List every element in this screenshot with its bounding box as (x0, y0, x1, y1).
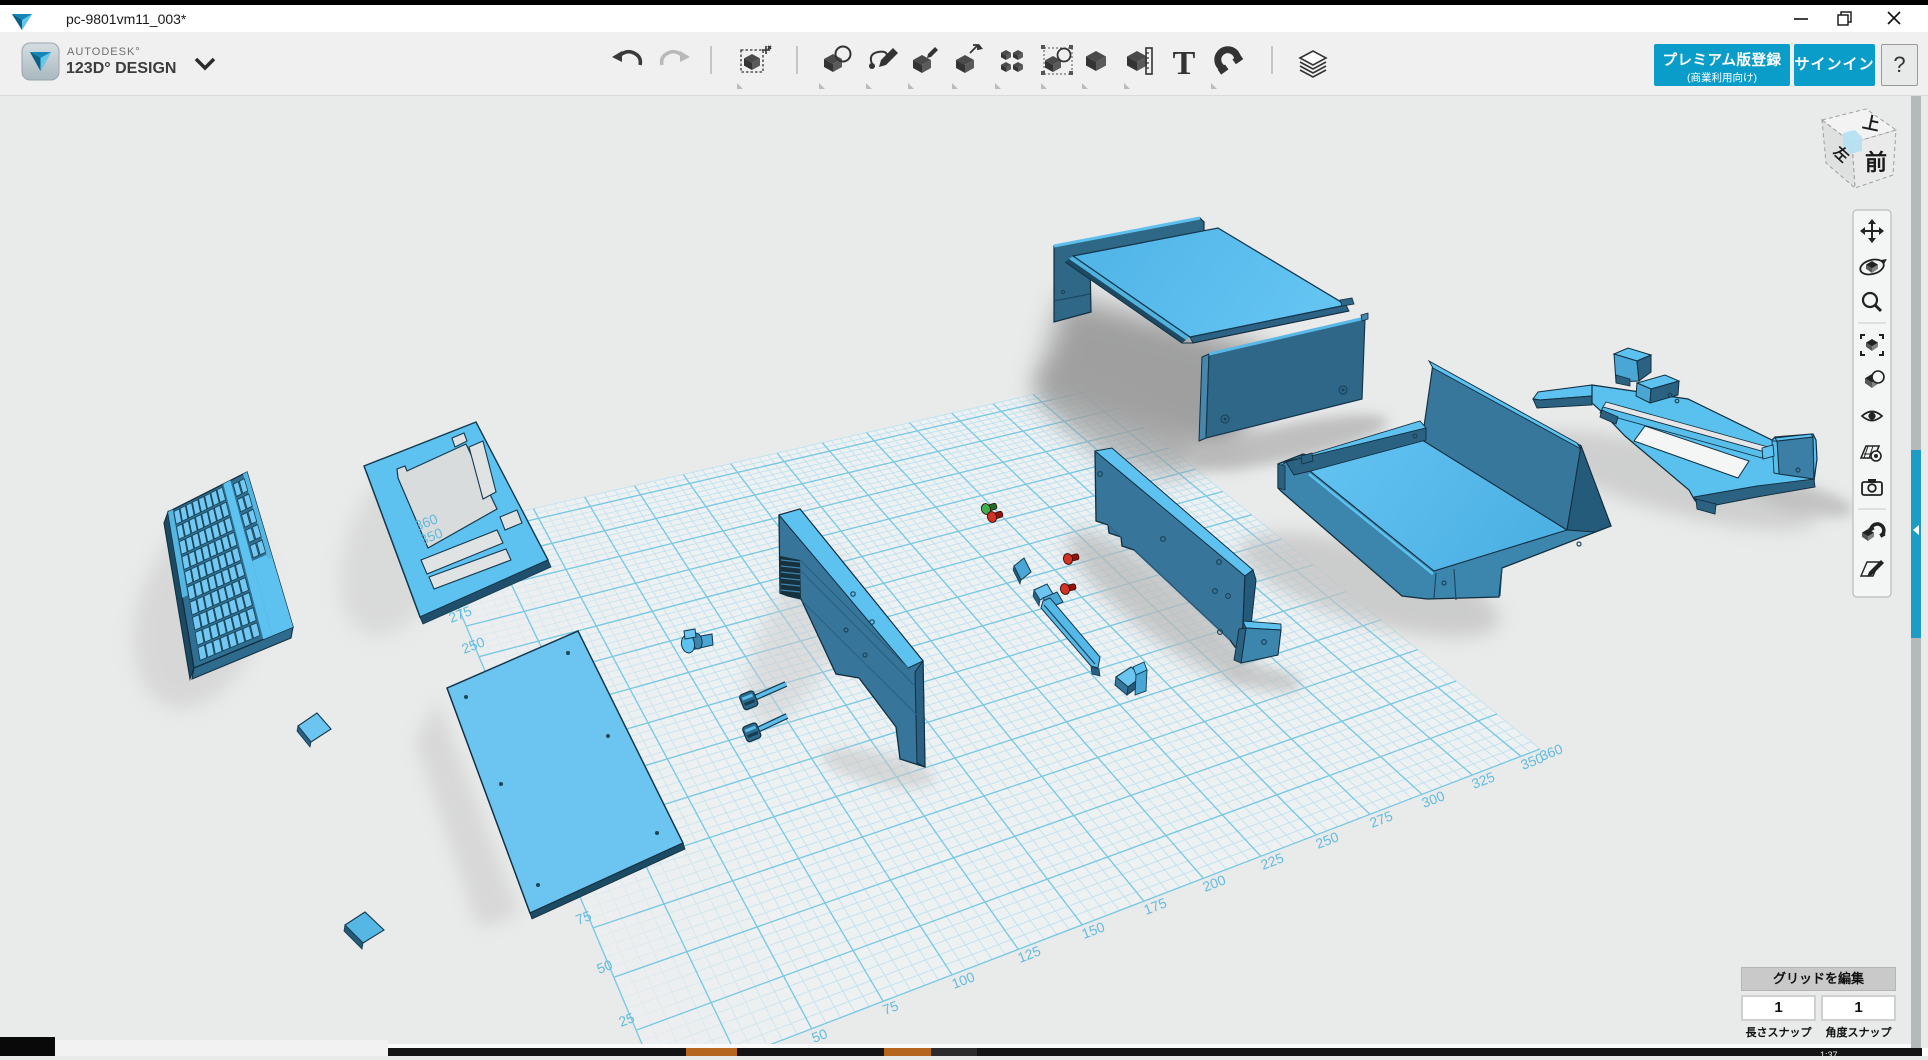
svg-text:前: 前 (1865, 150, 1887, 175)
svg-text:T: T (1173, 45, 1196, 82)
